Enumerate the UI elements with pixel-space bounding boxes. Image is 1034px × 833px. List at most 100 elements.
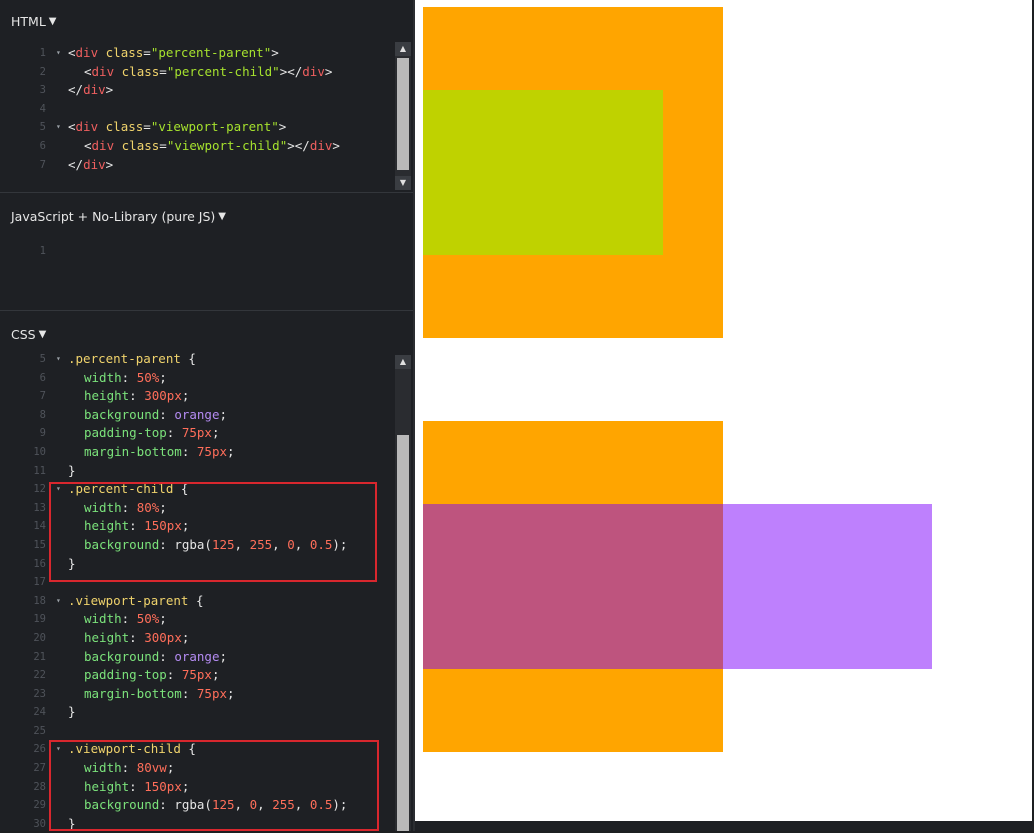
html-scrollbar[interactable]: ▲ ▼ — [395, 42, 411, 190]
code-line[interactable]: 18 ▾ .viewport-parent { — [0, 592, 395, 611]
js-code-editor[interactable]: 1 — [0, 242, 395, 261]
scroll-thumb[interactable] — [397, 58, 409, 170]
code-line[interactable]: 2 <div class="percent-child"></div> — [0, 63, 395, 82]
code-line[interactable]: 5 ▾ <div class="viewport-parent"> — [0, 118, 395, 137]
code-line[interactable]: 24} — [0, 703, 395, 722]
code-token: { — [180, 351, 196, 366]
code-token: padding-top — [84, 667, 167, 683]
code-line[interactable]: 8 background: orange; — [0, 406, 395, 425]
code-token: class — [121, 63, 160, 79]
scroll-down-arrow-icon[interactable]: ▼ — [395, 176, 411, 190]
code-text: <div class="viewport-parent"> — [68, 118, 286, 137]
line-number: 27 — [33, 762, 46, 775]
fold-arrow-icon[interactable]: ▾ — [56, 118, 61, 137]
scroll-up-arrow-icon[interactable]: ▲ — [395, 42, 411, 56]
html-code-editor[interactable]: 1 ▾ <div class="percent-parent"> 2 <div clas… — [0, 44, 395, 174]
code-line[interactable]: 4 — [0, 100, 395, 119]
css-scrollbar[interactable]: ▲ — [395, 355, 411, 831]
code-text: </div> — [68, 156, 113, 175]
css-panel-title: CSS — [11, 326, 36, 342]
dropdown-caret-icon[interactable]: ▼ — [49, 16, 57, 27]
code-line[interactable]: 11} — [0, 462, 395, 481]
panel-divider[interactable] — [0, 310, 413, 311]
viewport-child-overlap — [423, 504, 723, 669]
code-token: ></ — [279, 63, 303, 79]
code-line[interactable]: 10 margin-bottom: 75px; — [0, 443, 395, 462]
code-token: : — [181, 443, 197, 459]
code-token: background — [84, 648, 160, 664]
code-line[interactable]: 7 </div> — [0, 156, 395, 175]
code-token: ; — [227, 443, 235, 459]
code-line[interactable]: 7 height: 300px; — [0, 387, 395, 406]
code-token: ; — [159, 369, 167, 385]
fold-arrow-icon[interactable]: ▾ — [56, 592, 61, 611]
line-number: 30 — [33, 817, 46, 830]
line-number: 7 — [39, 390, 46, 403]
code-line[interactable]: 21 background: orange; — [0, 648, 395, 667]
code-token: : — [129, 629, 145, 645]
code-token: : — [121, 369, 137, 385]
percent-child-box — [423, 90, 663, 255]
code-line[interactable]: 5 ▾ .percent-parent { — [0, 350, 395, 369]
code-token: .viewport-parent — [68, 592, 189, 608]
code-text: background: orange; — [84, 406, 227, 425]
line-number: 6 — [39, 371, 46, 384]
fold-arrow-icon[interactable]: ▾ — [56, 44, 61, 63]
code-token: = — [143, 45, 151, 60]
fold-arrow-icon[interactable]: ▾ — [56, 350, 61, 369]
line-number: 25 — [33, 724, 46, 737]
scroll-up-arrow-icon[interactable]: ▲ — [395, 355, 411, 369]
line-number: 4 — [39, 102, 46, 115]
code-token: > — [332, 137, 340, 153]
scroll-thumb[interactable] — [397, 435, 409, 831]
code-text: padding-top: 75px; — [84, 424, 220, 443]
code-token: margin-bottom — [84, 443, 182, 459]
code-line[interactable]: 1 ▾ <div class="percent-parent"> — [0, 44, 395, 63]
code-line[interactable]: 3 </div> — [0, 81, 395, 100]
dropdown-caret-icon[interactable]: ▼ — [218, 211, 226, 222]
line-number: 12 — [33, 483, 46, 496]
code-line[interactable]: 19 width: 50%; — [0, 610, 395, 629]
panel-divider[interactable] — [0, 192, 413, 193]
code-line[interactable]: 6 width: 50%; — [0, 369, 395, 388]
line-number: 9 — [39, 427, 46, 440]
line-number: 8 — [39, 408, 46, 421]
code-token: < — [68, 45, 76, 60]
html-panel-title: HTML — [11, 13, 46, 29]
html-panel-header[interactable]: HTML ▼ — [0, 2, 413, 40]
code-token: < — [84, 137, 92, 153]
code-token: height — [84, 629, 130, 645]
code-text: <div class="viewport-child"></div> — [84, 137, 340, 156]
code-line[interactable]: 23 margin-bottom: 75px; — [0, 685, 395, 704]
line-number: 1 — [39, 47, 46, 59]
code-token: } — [68, 704, 76, 720]
code-token: ; — [219, 406, 228, 422]
code-text: padding-top: 75px; — [84, 666, 220, 685]
code-line[interactable]: 22 padding-top: 75px; — [0, 666, 395, 685]
code-line[interactable]: 1 — [0, 242, 395, 261]
code-line[interactable]: 9 padding-top: 75px; — [0, 424, 395, 443]
line-number: 3 — [39, 84, 46, 97]
code-token: "percent-child" — [166, 63, 280, 79]
code-token: 300px — [144, 388, 182, 404]
code-text: .viewport-parent { — [68, 592, 203, 611]
code-token: < — [68, 119, 76, 135]
code-token: ; — [219, 648, 228, 664]
code-token: > — [105, 82, 114, 98]
code-token: 75px — [196, 443, 228, 459]
code-text: width: 50%; — [84, 610, 167, 629]
css-panel-header[interactable]: CSS ▼ — [0, 315, 413, 353]
code-line[interactable]: 20 height: 300px; — [0, 629, 395, 648]
code-token: background — [84, 406, 160, 422]
code-line[interactable]: 6 <div class="viewport-child"></div> — [0, 137, 395, 156]
dropdown-caret-icon[interactable]: ▼ — [39, 329, 47, 340]
code-token: div — [75, 45, 99, 60]
code-line[interactable]: 25 — [0, 722, 395, 741]
code-token: : — [166, 425, 182, 441]
line-number: 10 — [33, 445, 46, 458]
js-panel-header[interactable]: JavaScript + No-Library (pure JS) ▼ — [0, 197, 413, 235]
